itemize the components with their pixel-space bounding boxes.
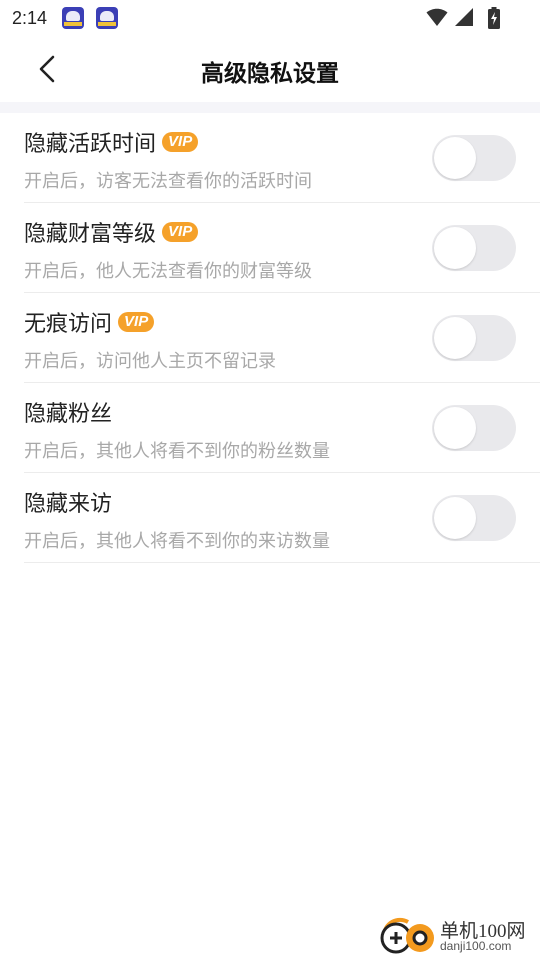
toggle-knob (434, 137, 476, 179)
setting-title: 隐藏活跃时间 (24, 132, 157, 157)
setting-description: 开启后，其他人将看不到你的粉丝数量 (24, 441, 330, 462)
watermark-url: danji100.com (440, 939, 512, 953)
hide-fans-toggle[interactable] (432, 405, 516, 451)
vip-badge: VIP (162, 222, 199, 242)
status-bar: 2:14 (0, 0, 540, 36)
hide-active-time-toggle[interactable] (432, 135, 516, 181)
setting-row-hide-active-time: 隐藏活跃时间 VIP 开启后，访客无法查看你的活跃时间 (24, 113, 540, 203)
toggle-knob (434, 317, 476, 359)
setting-row-incognito-visit: 无痕访问 VIP 开启后，访问他人主页不留记录 (24, 293, 540, 383)
cell-signal-icon (455, 8, 473, 26)
battery-charging-icon (488, 7, 500, 29)
section-divider (0, 102, 540, 113)
setting-title: 隐藏粉丝 (24, 402, 113, 427)
watermark: 单机100网 danji100.com (376, 908, 536, 958)
app-notification-icon (96, 7, 118, 29)
setting-description: 开启后，其他人将看不到你的来访数量 (24, 531, 330, 552)
setting-description: 开启后，访客无法查看你的活跃时间 (24, 171, 312, 192)
toggle-knob (434, 407, 476, 449)
header: 高级隐私设置 (0, 36, 540, 102)
setting-title: 无痕访问 (24, 312, 113, 337)
page-title: 高级隐私设置 (201, 61, 339, 87)
setting-row-hide-fans: 隐藏粉丝 开启后，其他人将看不到你的粉丝数量 (24, 383, 540, 473)
toggle-knob (434, 227, 476, 269)
setting-row-hide-visitors: 隐藏来访 开启后，其他人将看不到你的来访数量 (24, 473, 540, 563)
toggle-knob (434, 497, 476, 539)
status-time: 2:14 (12, 8, 48, 28)
setting-description: 开启后，访问他人主页不留记录 (24, 351, 276, 372)
privacy-settings-screen: 2:14 高级隐私设置 隐藏活跃时间 VIP 开启后，访客无法查看你的活跃时间 … (0, 0, 540, 960)
app-notification-icon (62, 7, 84, 29)
watermark-logo-icon (380, 917, 434, 954)
vip-badge: VIP (162, 132, 199, 152)
settings-list: 隐藏活跃时间 VIP 开启后，访客无法查看你的活跃时间 隐藏财富等级 VIP 开… (24, 113, 540, 563)
setting-title: 隐藏来访 (24, 492, 113, 517)
setting-row-hide-wealth-level: 隐藏财富等级 VIP 开启后，他人无法查看你的财富等级 (24, 203, 540, 293)
wifi-icon (426, 8, 448, 26)
hide-visitors-toggle[interactable] (432, 495, 516, 541)
setting-description: 开启后，他人无法查看你的财富等级 (24, 261, 312, 282)
setting-title: 隐藏财富等级 (24, 222, 157, 247)
hide-wealth-level-toggle[interactable] (432, 225, 516, 271)
incognito-visit-toggle[interactable] (432, 315, 516, 361)
vip-badge: VIP (118, 312, 155, 332)
